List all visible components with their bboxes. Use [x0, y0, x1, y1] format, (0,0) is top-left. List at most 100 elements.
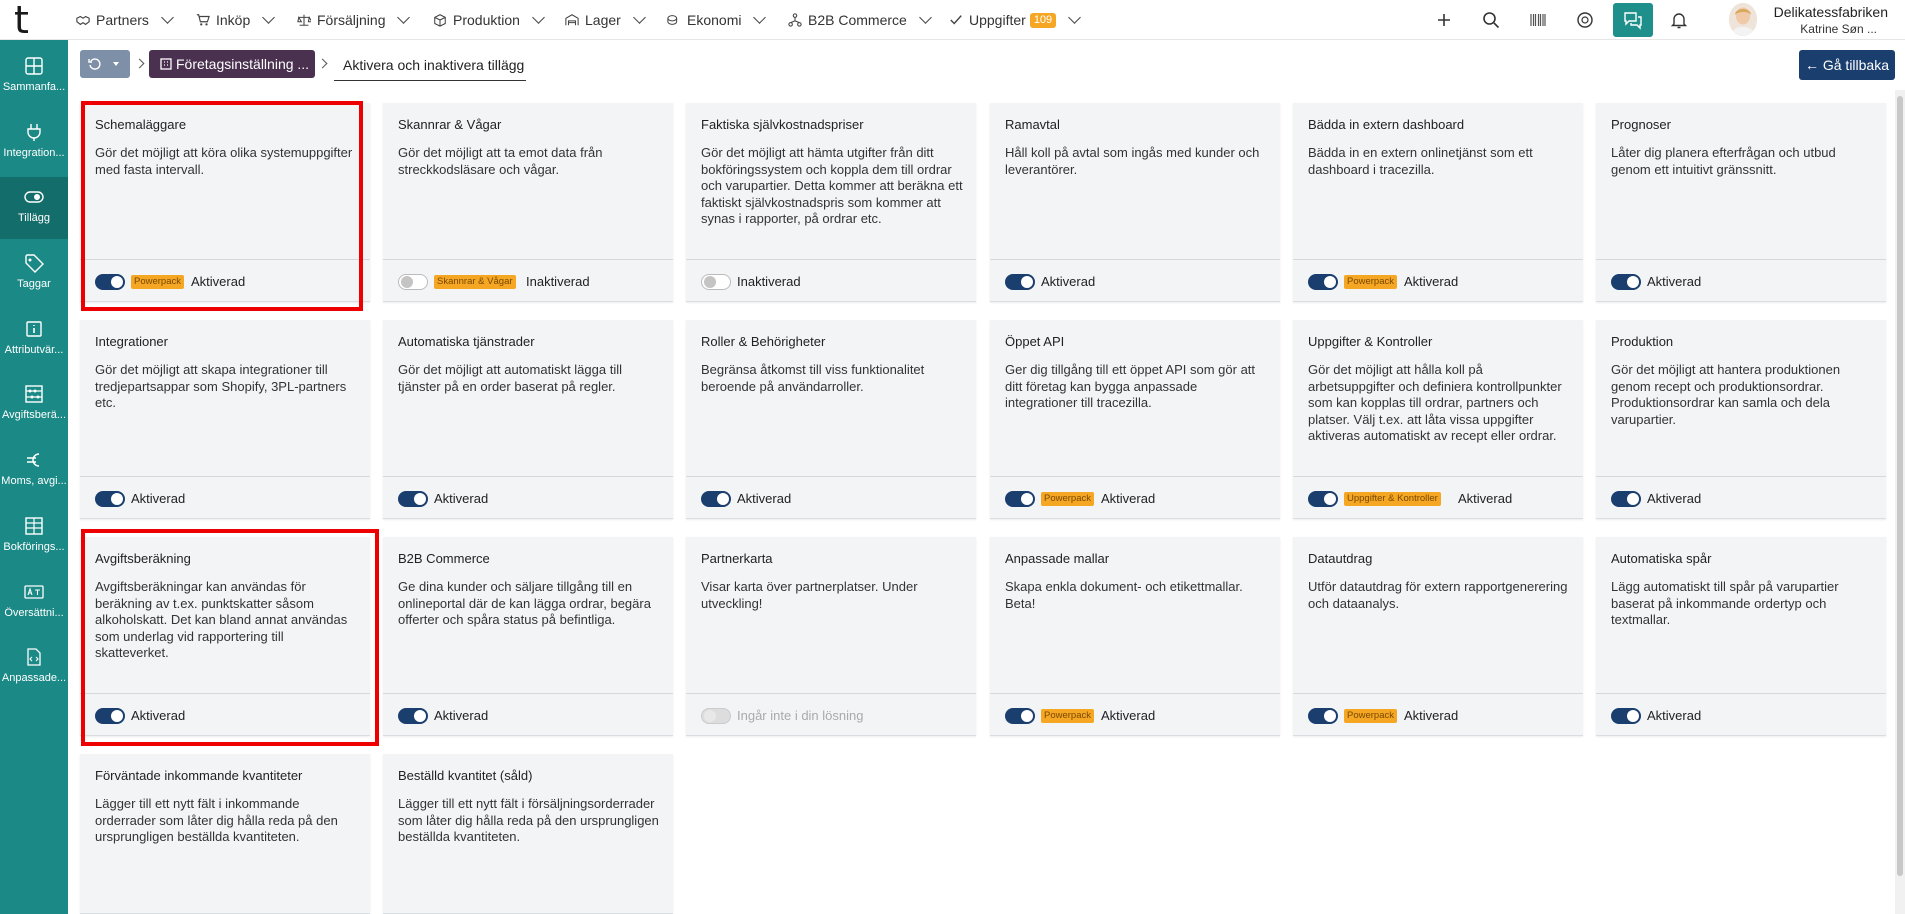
user-name[interactable]: Katrine Søn ... [1760, 22, 1877, 36]
addon-toggle[interactable] [701, 491, 731, 507]
chevron-down-icon[interactable] [397, 11, 411, 24]
addon-title: Beställd kvantitet (såld) [398, 768, 533, 783]
sidebar-item-tillagg[interactable]: Tillägg [0, 177, 68, 239]
addon-card: Datautdrag Utför datautdrag för extern ra… [1293, 537, 1583, 736]
highlight-box [81, 529, 379, 746]
nav-inkop[interactable]: Inköp [196, 0, 276, 40]
addon-description: Skapa enkla dokument- och etikettmallar.… [1005, 579, 1243, 611]
addon-toggle[interactable] [701, 274, 731, 290]
addon-card: Produktion Gör det möjligt att hantera pr… [1596, 320, 1886, 519]
avatar[interactable] [1729, 3, 1757, 36]
addon-card: Uppgifter & Kontroller Gör det möjligt at… [1293, 320, 1583, 519]
addon-title: Datautdrag [1308, 551, 1373, 566]
chat-button[interactable] [1613, 3, 1653, 37]
scrollbar-thumb[interactable] [1897, 96, 1903, 876]
chevron-down-icon[interactable] [918, 11, 932, 24]
sidebar-item-taggar[interactable]: Taggar [0, 243, 68, 305]
nav-label: Försäljning [317, 12, 386, 28]
nav-label: Lager [585, 12, 621, 28]
addon-description: Lägger till ett nytt fält i försäljnings… [398, 796, 659, 845]
sidebar-label: Sammanfa... [2, 81, 66, 93]
building-icon [160, 58, 172, 70]
chevron-down-icon[interactable] [161, 11, 174, 24]
sidebar-item-avgiftsberakning[interactable]: Avgiftsberä... [0, 374, 68, 436]
nav-uppgifter[interactable]: Uppgifter 109 [949, 0, 1082, 40]
addon-status: Aktiverad [1101, 708, 1156, 723]
addon-toggle[interactable] [1308, 491, 1338, 507]
addon-footer: Powerpack Aktiverad [1293, 693, 1583, 735]
abacus-icon [25, 385, 43, 403]
addon-footer: Powerpack Aktiverad [1293, 259, 1583, 301]
addon-card: Anpassade mallar Skapa enkla dokument- oc… [990, 537, 1280, 736]
addon-description: Bädda in en extern onlinetjänst som ett … [1308, 145, 1533, 177]
search-icon[interactable] [1481, 10, 1501, 30]
nav-produktion[interactable]: Produktion [433, 0, 545, 40]
sidebar-item-moms[interactable]: Moms, avgi... [0, 440, 68, 502]
addon-status: Aktiverad [737, 491, 792, 506]
plus-icon[interactable] [1434, 10, 1454, 30]
nav-label: Ekonomi [687, 12, 742, 28]
addon-footer: Aktiverad [383, 476, 673, 518]
addon-status: Aktiverad [131, 491, 186, 506]
addon-toggle[interactable] [1308, 274, 1338, 290]
addon-card: Automatiska tjänstrader Gör det möjligt a… [383, 320, 673, 519]
sidebar-label: Attributvär... [4, 344, 64, 356]
addon-toggle[interactable] [1005, 491, 1035, 507]
app-logo[interactable]: t [14, 0, 54, 40]
bell-icon[interactable] [1669, 10, 1689, 30]
nav-forsaljning[interactable]: Försäljning [297, 0, 411, 40]
nav-lager[interactable]: Lager [565, 0, 646, 40]
nav-partners[interactable]: Partners [76, 0, 174, 40]
addon-title: Faktiska självkostnadspriser [701, 117, 864, 132]
addon-toggle[interactable] [1308, 708, 1338, 724]
addon-toggle[interactable] [95, 491, 125, 507]
addon-title: Ramavtal [1005, 117, 1060, 132]
sidebar-item-oversattningar[interactable]: Översättni... [0, 572, 68, 634]
addon-toggle[interactable] [1005, 274, 1035, 290]
sidebar-label: Översättni... [4, 607, 64, 619]
chevron-down-icon[interactable] [632, 11, 646, 24]
sidebar-item-attributvarden[interactable]: Attributvär... [0, 309, 68, 371]
addon-footer: Uppgifter & Kontroller Aktiverad [1293, 476, 1583, 518]
nav-label: Uppgifter [969, 12, 1026, 28]
sidebar-item-bokforing[interactable]: Bokförings... [0, 506, 68, 568]
chat-icon [1624, 12, 1642, 30]
addon-tag: Powerpack [1041, 492, 1094, 506]
handshake-icon [76, 15, 90, 26]
check-icon [950, 15, 962, 25]
company-name[interactable]: Delikatessfabriken [1760, 4, 1888, 20]
sidebar-label: Avgiftsberä... [2, 409, 66, 421]
chevron-down-icon[interactable] [753, 11, 767, 24]
coins-icon [667, 15, 678, 25]
breadcrumb-company-settings[interactable]: Företagsinställning ... [149, 50, 315, 78]
addon-description: Ger dig tillgång till ett öppet API som … [1005, 362, 1256, 411]
nav-ekonomi[interactable]: Ekonomi [667, 0, 767, 40]
addon-toggle[interactable] [398, 708, 428, 724]
addon-toggle[interactable] [1611, 491, 1641, 507]
globe-icon[interactable] [1575, 10, 1595, 30]
sidebar-item-sammanfattning[interactable]: Sammanfa... [0, 46, 68, 108]
addon-status: Aktiverad [1404, 708, 1459, 723]
addon-toggle[interactable] [398, 491, 428, 507]
breadcrumb-label: Företagsinställning ... [176, 56, 310, 72]
nav-b2b-commerce[interactable]: B2B Commerce [788, 0, 932, 40]
chevron-down-icon[interactable] [262, 11, 276, 24]
sidebar-item-integrationer[interactable]: Integration... [0, 112, 68, 174]
history-button[interactable] [80, 50, 130, 78]
addon-toggle[interactable] [1611, 708, 1641, 724]
back-button[interactable]: ← Gå tillbaka [1799, 50, 1895, 80]
chevron-down-icon[interactable] [532, 11, 545, 24]
addon-tag: Powerpack [1344, 275, 1397, 289]
addon-description: Gör det möjligt att hålla koll på arbets… [1308, 362, 1562, 444]
addon-card: Öppet API Ger dig tillgång till ett öppet… [990, 320, 1280, 519]
addon-status: Aktiverad [1404, 274, 1459, 289]
sidebar-item-anpassade[interactable]: Anpassade... [0, 637, 68, 699]
chevron-down-icon[interactable] [1068, 11, 1082, 24]
addon-card: Faktiska självkostnadspriser Gör det möjl… [686, 103, 976, 302]
network-icon [788, 13, 802, 27]
barcode-icon[interactable] [1528, 10, 1548, 30]
addon-toggle[interactable] [1611, 274, 1641, 290]
addon-toggle[interactable] [398, 274, 428, 290]
info-icon [26, 321, 42, 337]
addon-toggle[interactable] [1005, 708, 1035, 724]
